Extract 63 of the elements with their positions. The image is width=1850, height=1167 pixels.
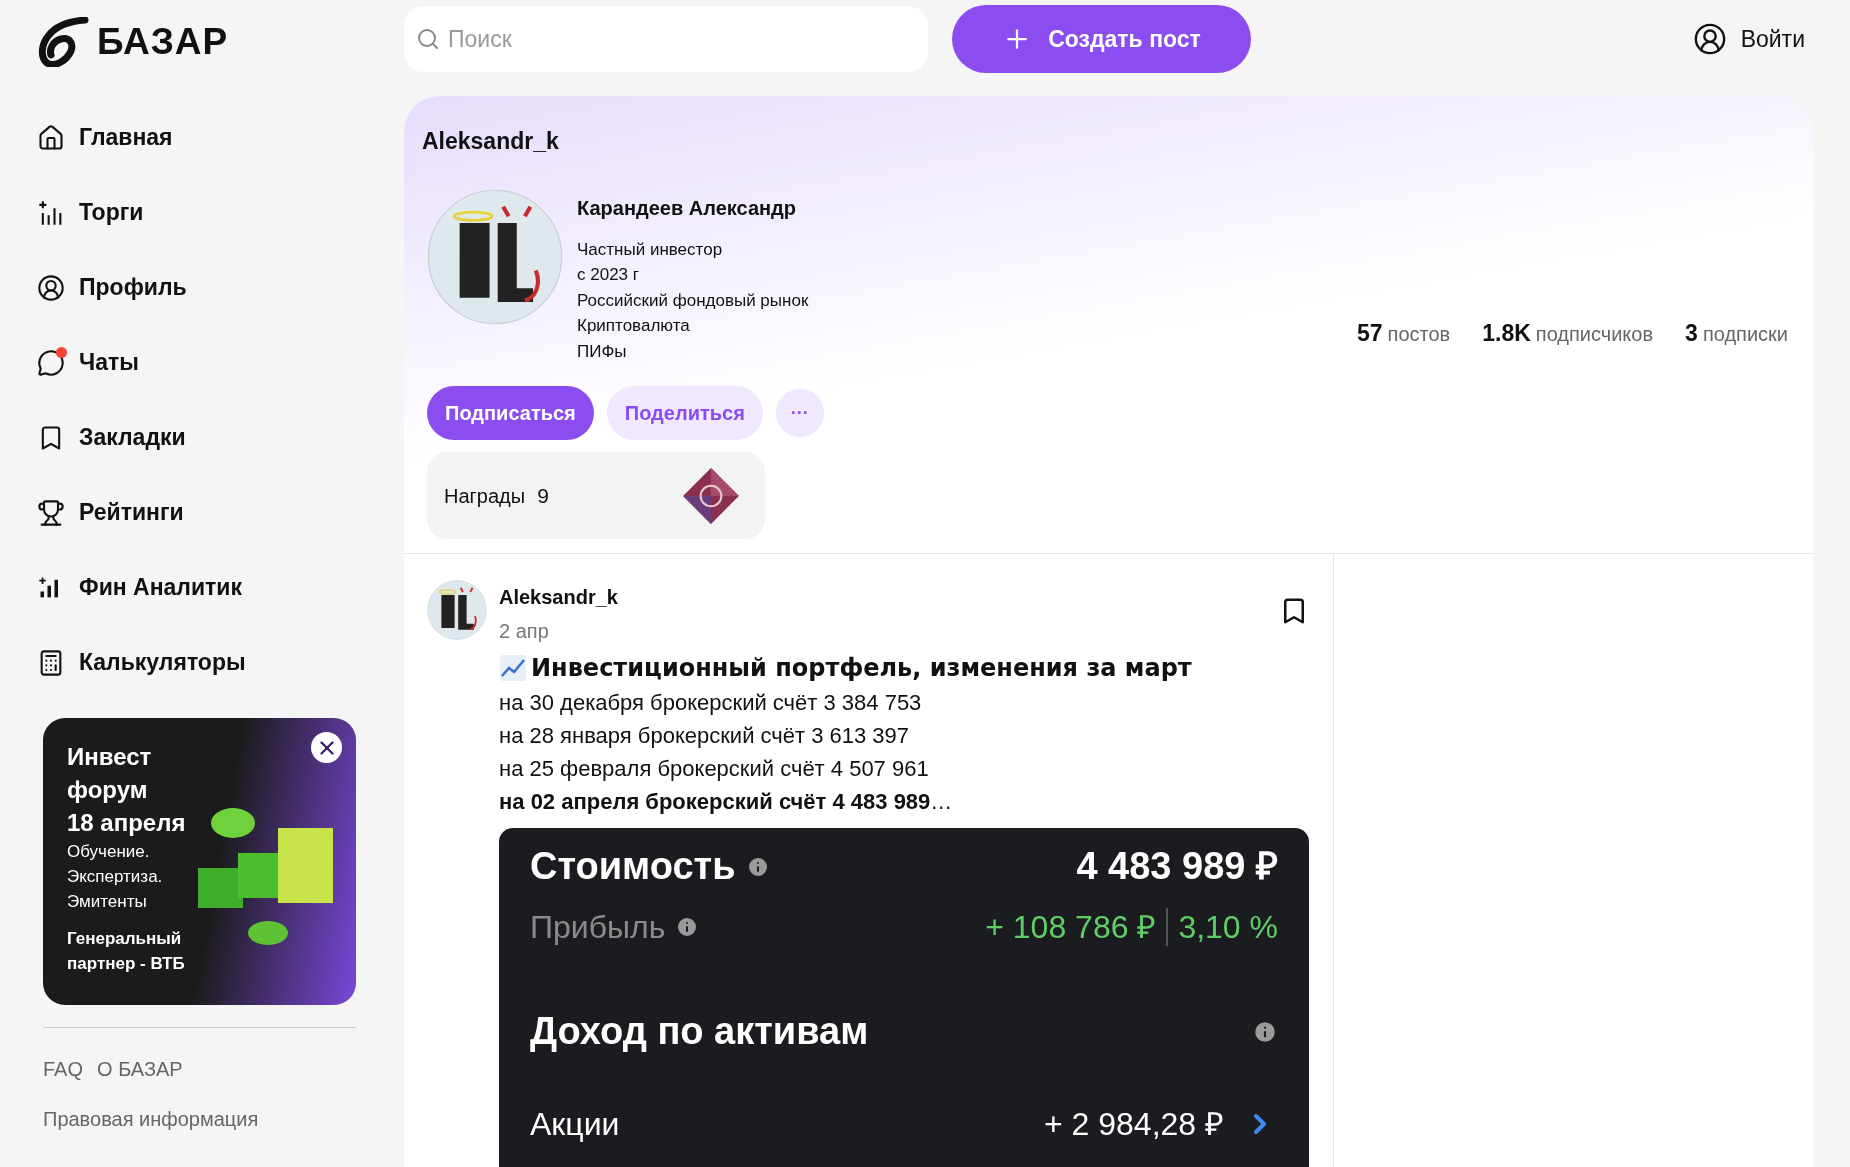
profile-detail: Криптовалюта xyxy=(577,315,691,337)
profit-percent: 3,10 % xyxy=(1178,908,1278,947)
post-text-line: на 25 февраля брокерский счёт 4 507 961 xyxy=(499,755,930,783)
post-text-line: на 02 апреля брокерский счёт 4 483 989… xyxy=(499,788,954,816)
nav-item[interactable]: Чаты xyxy=(37,325,356,400)
profile-detail: с 2023 г xyxy=(577,264,640,286)
stat-unit[interactable]: постов xyxy=(1387,318,1451,349)
awards-count: 9 xyxy=(537,482,549,509)
footer-link[interactable]: FAQ xyxy=(43,1054,83,1084)
subscribe-button[interactable]: Подписаться xyxy=(427,386,594,440)
logo-icon xyxy=(37,17,89,67)
portfolio-value: 4 483 989 ₽ xyxy=(1076,844,1278,889)
chat-icon xyxy=(37,348,65,377)
promo-partner: Генеральный партнер - ВТБ xyxy=(67,928,186,975)
share-button[interactable]: Поделиться xyxy=(606,386,763,440)
login-button[interactable]: Войти xyxy=(1692,22,1805,57)
footer-link[interactable]: О БАЗАР xyxy=(97,1054,183,1084)
nav-item[interactable]: Торги xyxy=(37,175,356,250)
post-date: 2 апр xyxy=(499,619,550,644)
promo-banner[interactable]: Инвест форум 18 апреля Обучение. Экспертиза. Эмитенты Генеральный партнер - ВТБ xyxy=(43,718,356,1005)
promo-text: Обучение. Экспертиза. Эмитенты xyxy=(67,841,164,913)
chart-increasing-icon xyxy=(499,654,527,682)
profile-detail: Частный инвестор xyxy=(577,238,724,261)
profile-detail: ПИФы xyxy=(577,340,628,363)
profile-username: Aleksandr_k xyxy=(422,127,560,156)
post-text-line: на 28 января брокерский счёт 3 613 397 xyxy=(499,722,911,750)
stat-count[interactable]: 57 xyxy=(1357,315,1383,350)
awards-card[interactable]: Награды 9 xyxy=(427,452,765,539)
post-author[interactable]: Aleksandr_k xyxy=(499,582,618,612)
stat-unit[interactable]: подписки xyxy=(1702,318,1788,349)
nav-item[interactable]: Калькуляторы xyxy=(37,625,356,700)
nav-item[interactable]: Рейтинги xyxy=(37,475,356,550)
post-title: Инвестиционный портфель, изменения за март xyxy=(531,653,1192,684)
footer-link[interactable]: Правовая информация xyxy=(43,1104,259,1134)
promo-title: Инвест форум 18 апреля xyxy=(67,742,186,838)
create-post-button[interactable]: Создать пост xyxy=(952,5,1251,73)
stat-count[interactable]: 1.8K xyxy=(1482,315,1531,350)
post-text-line: на 30 декабря брокерский счёт 3 384 753 xyxy=(499,689,923,717)
stat-unit[interactable]: подписчиков xyxy=(1535,318,1654,349)
nav-item[interactable]: Фин Аналитик xyxy=(37,550,356,625)
income-title: Доход по активам xyxy=(530,1009,869,1054)
profile-icon xyxy=(37,273,65,302)
search-field[interactable]: Поиск xyxy=(404,6,928,72)
more-button[interactable]: ··· xyxy=(775,389,824,437)
nav-item[interactable]: Закладки xyxy=(37,400,356,475)
nav-item[interactable]: Профиль xyxy=(37,250,356,325)
profit-label: Прибыль xyxy=(530,908,666,947)
asset-label: Акции xyxy=(530,1105,620,1144)
stat-count[interactable]: 3 xyxy=(1685,315,1698,350)
home-icon xyxy=(37,123,65,152)
logo-text: БАЗАР xyxy=(97,20,229,65)
value-label: Стоимость xyxy=(530,844,736,889)
profile-detail: Российский фондовый рынок xyxy=(577,289,809,312)
close-button[interactable] xyxy=(311,732,342,763)
trophy-icon xyxy=(37,498,65,527)
asset-value: + 2 984,28 ₽ xyxy=(1043,1105,1224,1144)
profit-value: + 108 786 ₽ xyxy=(985,908,1157,947)
awards-label: Награды xyxy=(444,483,526,509)
user-icon xyxy=(1692,22,1727,57)
author-avatar xyxy=(427,580,487,640)
nav-item[interactable]: Главная xyxy=(37,100,356,175)
search-icon xyxy=(416,27,440,51)
profile-name: Карандеев Александр xyxy=(577,195,798,221)
